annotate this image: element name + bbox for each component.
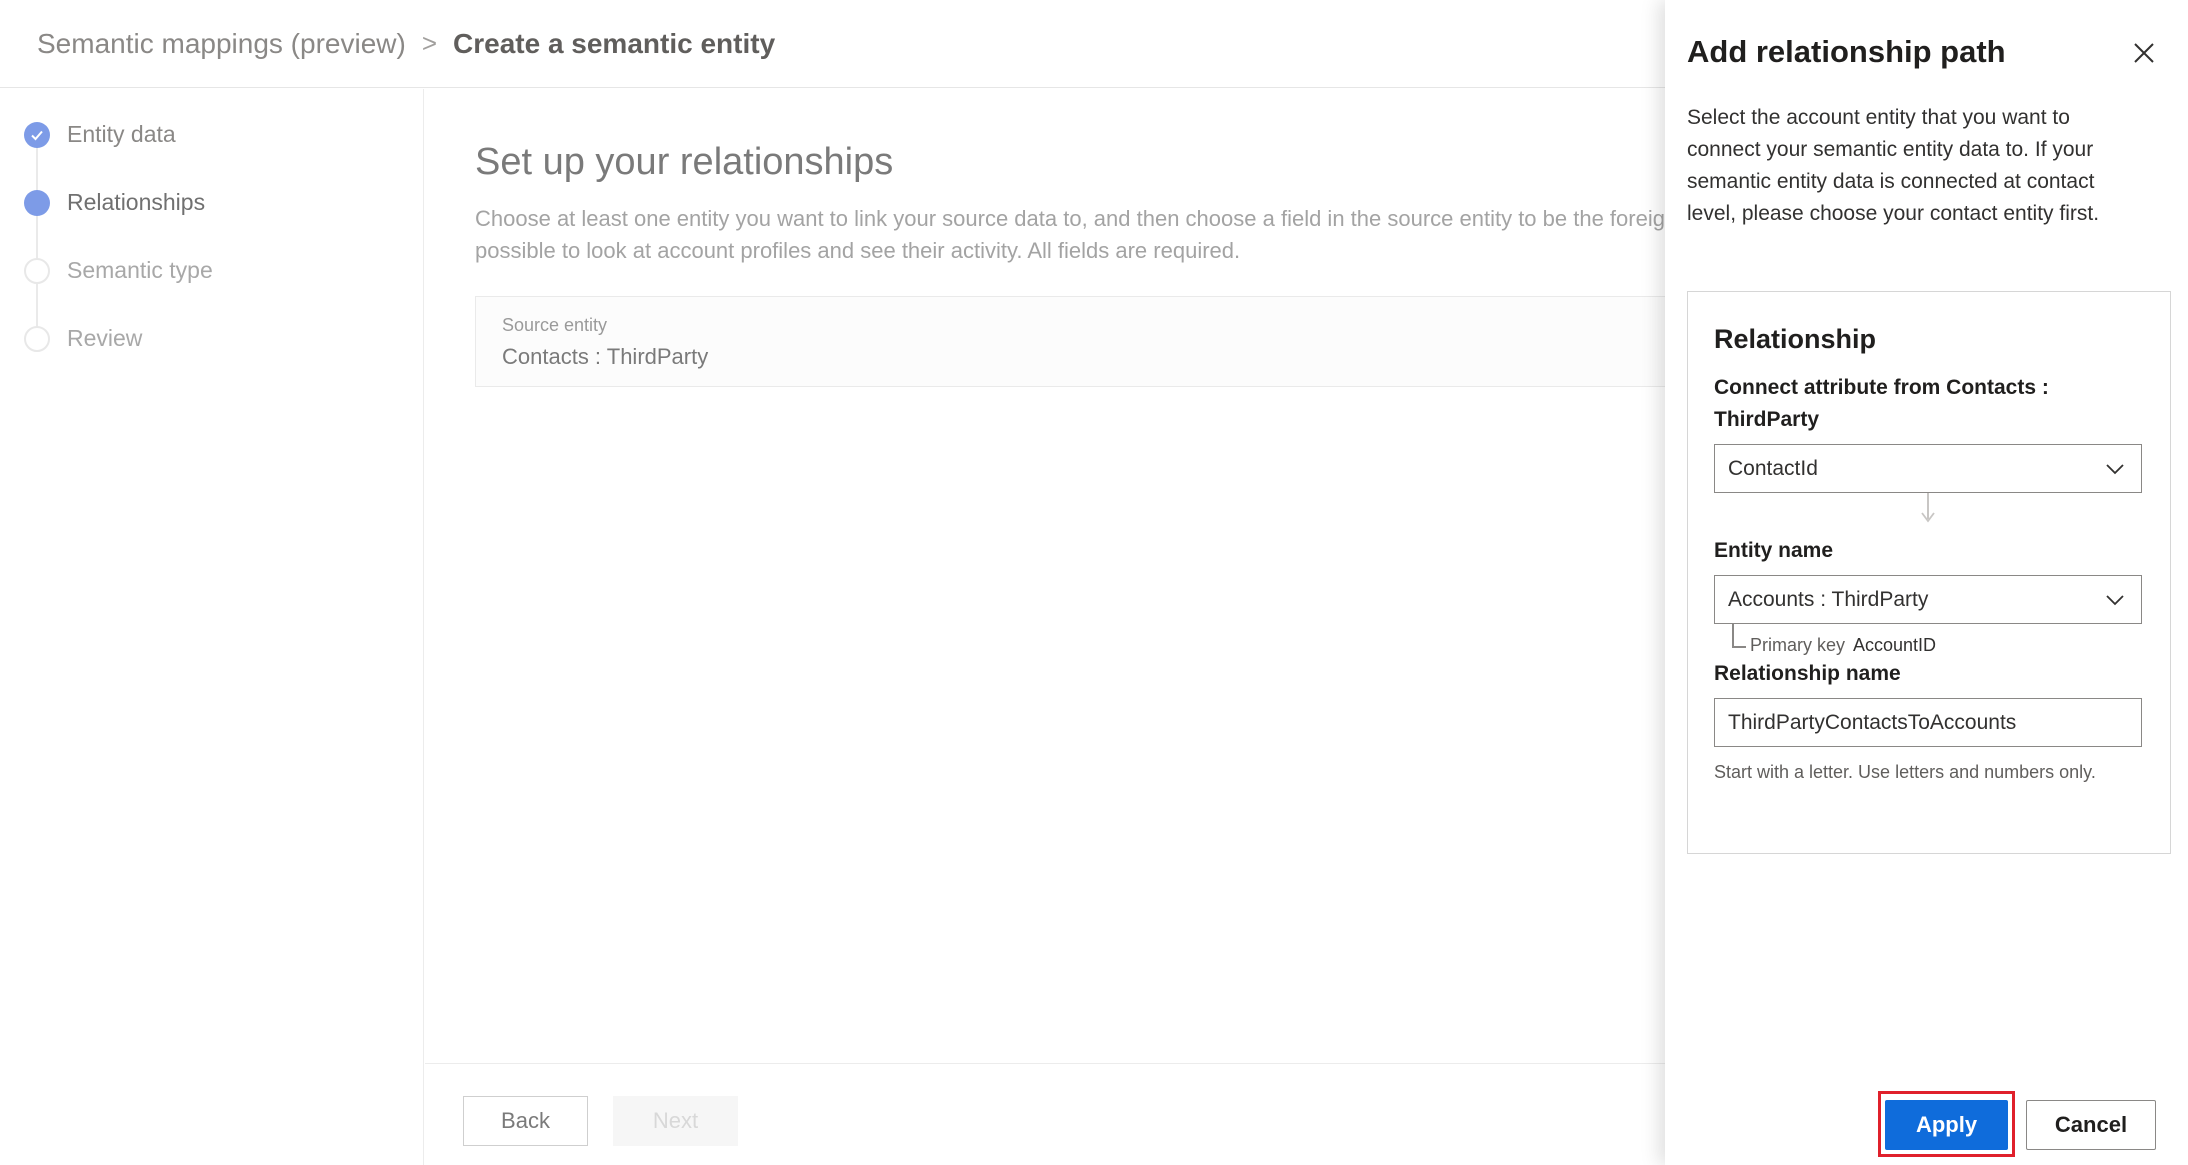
step-empty-dot-icon xyxy=(24,325,50,352)
source-entity-value: Contacts : ThirdParty xyxy=(502,344,709,369)
breadcrumb-root[interactable]: Semantic mappings (preview) xyxy=(37,28,406,60)
relationship-heading: Relationship xyxy=(1714,324,1877,354)
step-entity-data[interactable]: Entity data xyxy=(24,121,176,148)
panel-title: Add relationship path xyxy=(1687,34,2006,69)
panel-description: Select the account entity that you want … xyxy=(1687,106,2100,225)
source-entity-label: Source entity xyxy=(502,315,608,335)
connect-attribute-label: Connect attribute from Contacts : ThirdP… xyxy=(1714,376,2049,431)
page-title: Set up your relationships xyxy=(475,141,894,183)
entity-name-dropdown[interactable]: Accounts : ThirdParty xyxy=(1714,575,2142,624)
primary-key-row: Primary key AccountID xyxy=(1750,635,1936,656)
step-sidebar: Entity data Relationships Semantic type … xyxy=(0,89,424,1165)
apply-button[interactable]: Apply xyxy=(1885,1100,2008,1150)
primary-key-value: AccountID xyxy=(1853,635,1937,655)
breadcrumb-current: Create a semantic entity xyxy=(453,27,776,59)
tree-elbow-icon xyxy=(1732,624,1746,648)
step-label: Review xyxy=(67,325,143,351)
breadcrumb-separator-icon: > xyxy=(421,28,437,58)
step-label: Semantic type xyxy=(67,257,213,283)
relationship-name-label: Relationship name xyxy=(1714,662,1901,685)
step-connector xyxy=(36,213,38,263)
breadcrumb: Semantic mappings (preview) > Create a s… xyxy=(0,0,1665,88)
step-empty-dot-icon xyxy=(24,257,50,284)
step-label: Entity data xyxy=(67,121,176,147)
close-icon xyxy=(2134,43,2154,63)
connect-attribute-dropdown[interactable]: ContactId xyxy=(1714,444,2142,493)
wizard-footer: Back Next xyxy=(425,1063,1665,1165)
check-icon xyxy=(24,121,50,148)
step-review[interactable]: Review xyxy=(24,325,142,352)
chevron-down-icon xyxy=(2106,595,2124,606)
step-semantic-type[interactable]: Semantic type xyxy=(24,257,213,284)
description-line: Choose at least one entity you want to l… xyxy=(475,206,1665,231)
relationship-name-helper: Start with a letter. Use letters and num… xyxy=(1714,762,2096,782)
chevron-down-icon xyxy=(2106,464,2124,475)
description-line: possible to look at account profiles and… xyxy=(475,238,1241,263)
source-entity-box: Source entity Contacts : ThirdParty xyxy=(475,296,1675,387)
relationship-name-input[interactable] xyxy=(1714,698,2142,747)
relationship-card: Relationship Connect attribute from Cont… xyxy=(1687,291,2171,854)
next-button[interactable]: Next xyxy=(613,1096,738,1146)
cancel-button[interactable]: Cancel xyxy=(2026,1100,2156,1150)
add-relationship-panel: Add relationship path Select the account… xyxy=(1665,0,2188,1165)
step-label: Relationships xyxy=(67,189,206,215)
close-button[interactable] xyxy=(2127,36,2161,70)
step-connector xyxy=(36,145,38,195)
step-active-dot-icon xyxy=(24,189,50,216)
step-connector xyxy=(36,281,38,331)
step-relationships[interactable]: Relationships xyxy=(24,189,205,216)
dropdown-value: Accounts : ThirdParty xyxy=(1728,587,1929,611)
primary-key-label: Primary key xyxy=(1750,635,1846,655)
arrow-down-icon xyxy=(1921,512,1935,523)
back-button[interactable]: Back xyxy=(463,1096,588,1146)
page-description: Choose at least one entity you want to l… xyxy=(475,203,1675,267)
dropdown-value: ContactId xyxy=(1728,456,1818,480)
entity-name-label: Entity name xyxy=(1714,539,1834,562)
